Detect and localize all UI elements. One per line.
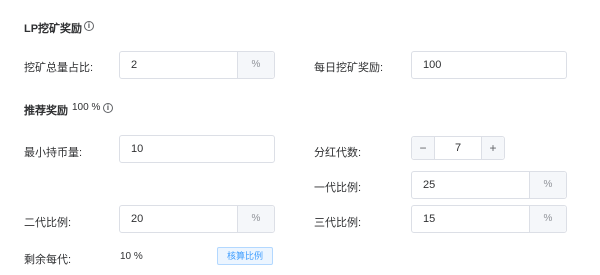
gen2-ratio-input[interactable]: 20 % <box>119 205 275 233</box>
generations-value[interactable]: 7 <box>435 137 481 159</box>
check-ratio-button[interactable]: 核算比例 <box>217 247 273 265</box>
referral-percent: 100 % <box>72 102 101 113</box>
gen1-ratio-unit: % <box>529 172 566 198</box>
gen3-ratio-label: 三代比例: <box>314 217 362 229</box>
daily-reward-value[interactable]: 100 <box>412 52 566 78</box>
mining-ratio-value[interactable]: 2 <box>120 52 237 78</box>
min-holding-input[interactable]: 10 <box>119 135 275 163</box>
gen2-ratio-label: 二代比例: <box>24 217 72 229</box>
lp-section-title: LP挖矿奖励 <box>24 23 83 35</box>
remaining-value: 10 % <box>120 251 143 262</box>
min-holding-label: 最小持币量: <box>24 147 83 159</box>
gen2-ratio-value[interactable]: 20 <box>120 206 237 232</box>
decrease-button[interactable]: − <box>412 137 435 159</box>
generations-label: 分红代数: <box>314 147 362 159</box>
gen3-ratio-unit: % <box>529 206 566 232</box>
referral-section-title: 推荐奖励 <box>24 105 68 117</box>
gen1-ratio-value[interactable]: 25 <box>412 172 529 198</box>
min-holding-value[interactable]: 10 <box>120 136 274 162</box>
gen1-ratio-label: 一代比例: <box>314 182 362 194</box>
remaining-label: 剩余每代: <box>24 254 72 266</box>
daily-reward-input[interactable]: 100 <box>411 51 567 79</box>
gen2-ratio-unit: % <box>237 206 274 232</box>
increase-button[interactable]: + <box>481 137 504 159</box>
gen3-ratio-value[interactable]: 15 <box>412 206 529 232</box>
mining-ratio-label: 挖矿总量占比: <box>24 62 94 74</box>
gen1-ratio-input[interactable]: 25 % <box>411 171 567 199</box>
mining-ratio-unit: % <box>237 52 274 78</box>
info-circle-icon[interactable]: i <box>84 21 94 31</box>
gen3-ratio-input[interactable]: 15 % <box>411 205 567 233</box>
generations-stepper[interactable]: − 7 + <box>411 136 505 160</box>
daily-reward-label: 每日挖矿奖励: <box>314 62 384 74</box>
info-circle-icon[interactable]: i <box>103 103 113 113</box>
mining-ratio-input[interactable]: 2 % <box>119 51 275 79</box>
